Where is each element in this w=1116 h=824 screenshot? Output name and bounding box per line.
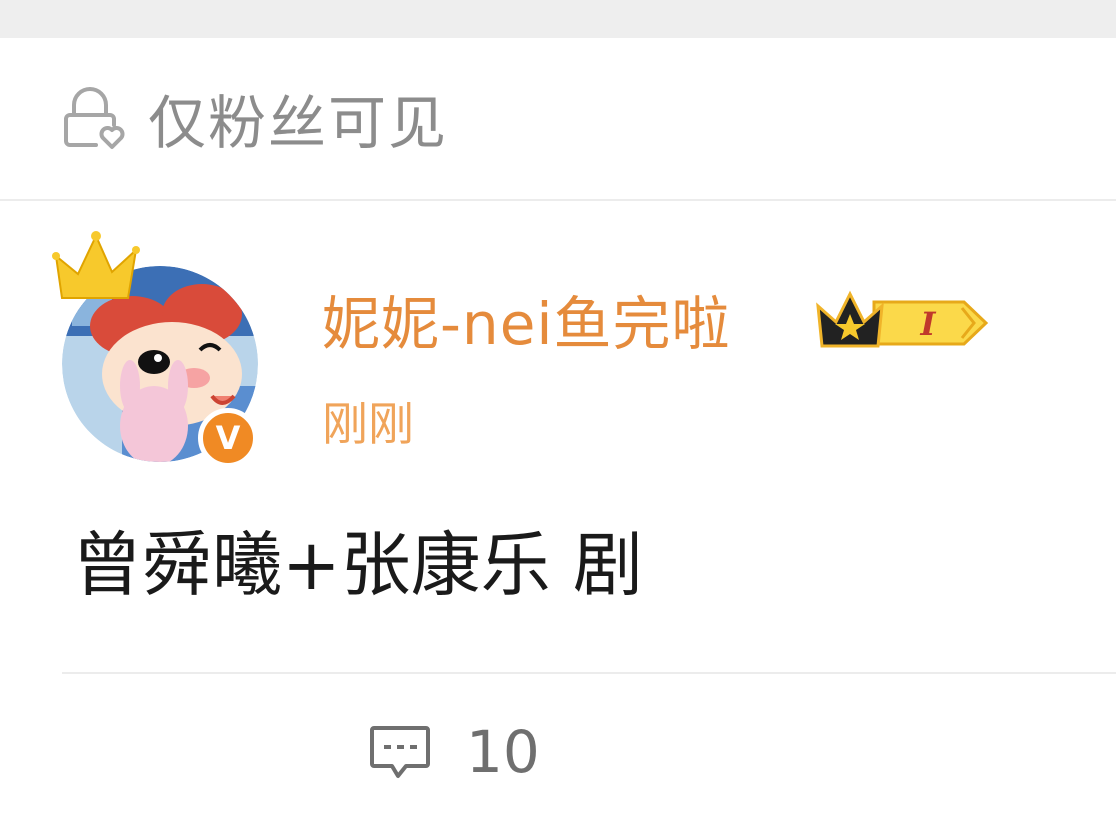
- divider: [0, 199, 1116, 201]
- member-level-badge[interactable]: I: [814, 288, 992, 358]
- level-badge-text: I: [920, 305, 937, 343]
- divider: [62, 672, 1116, 674]
- visibility-label: 仅粉丝可见: [148, 89, 449, 157]
- crown-icon: [52, 231, 140, 299]
- lock-heart-icon: [64, 87, 125, 149]
- top-bar: [0, 0, 1116, 38]
- comment-count: 10: [466, 718, 540, 786]
- verified-badge-icon: V: [198, 408, 258, 468]
- comment-button[interactable]: 10: [368, 716, 568, 786]
- comment-icon: [370, 726, 430, 778]
- author-name[interactable]: 妮妮-nei鱼完啦: [322, 286, 731, 362]
- author-avatar-group[interactable]: V: [52, 228, 272, 468]
- post-timestamp: 刚刚: [322, 397, 414, 451]
- post-content: 曾舜曦+张康乐 剧: [72, 524, 643, 606]
